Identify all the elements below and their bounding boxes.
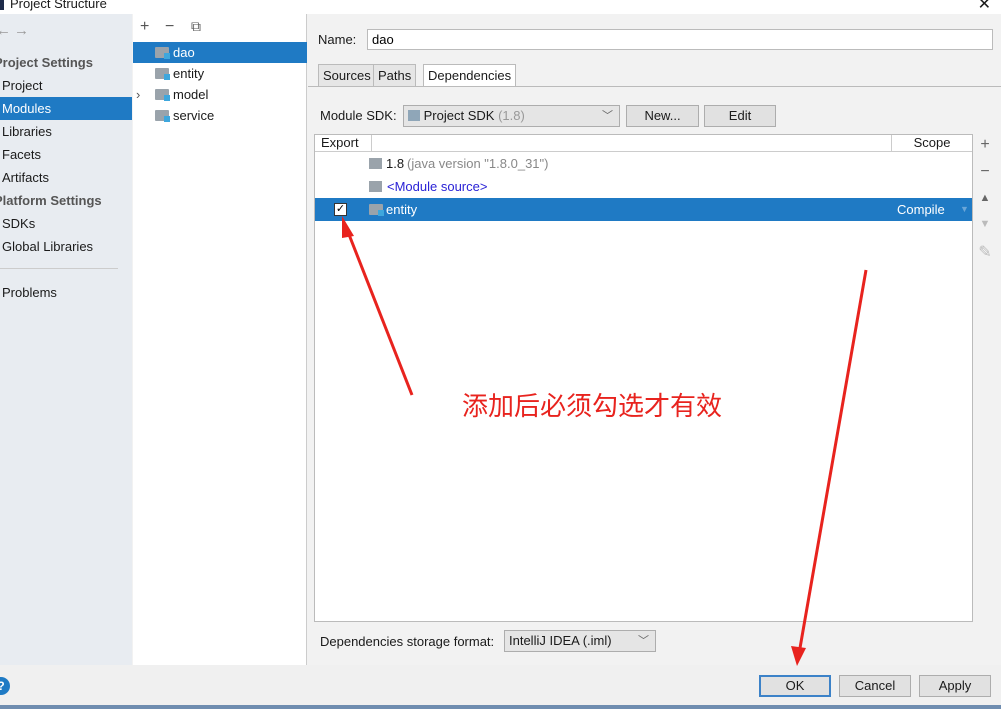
annotation-text: 添加后必须勾选才有效: [462, 391, 723, 421]
arrow-to-ok: [791, 269, 868, 666]
annotation-arrows: [342, 216, 868, 666]
arrow-to-checkbox: [342, 216, 414, 396]
